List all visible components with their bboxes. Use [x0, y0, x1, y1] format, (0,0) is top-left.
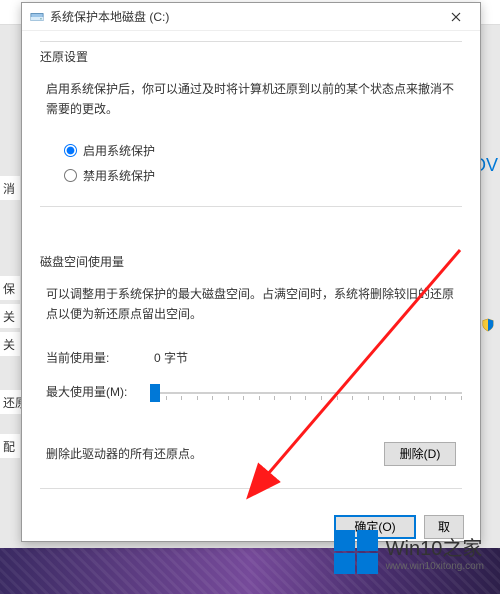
radio-enable-label: 启用系统保护: [83, 142, 155, 159]
bg-text: 配: [0, 434, 20, 458]
restore-settings-title: 还原设置: [40, 42, 462, 71]
bg-text: 关: [0, 304, 20, 328]
delete-restore-points-label: 删除此驱动器的所有还原点。: [46, 445, 202, 462]
radio-disable-protection[interactable]: 禁用系统保护: [64, 167, 462, 184]
delete-button[interactable]: 删除(D): [384, 442, 456, 466]
current-usage-row: 当前使用量: 0 字节: [46, 349, 462, 366]
dialog-button-row: 确定(O) 取: [22, 505, 480, 549]
radio-disable-label: 禁用系统保护: [83, 167, 155, 184]
radio-enable-input[interactable]: [64, 144, 77, 157]
shield-icon: [481, 318, 495, 332]
current-usage-value: 0 字节: [146, 349, 188, 366]
slider-thumb[interactable]: [150, 384, 160, 402]
bg-text: 关: [0, 332, 20, 356]
max-usage-label: 最大使用量(M):: [46, 383, 146, 400]
current-usage-label: 当前使用量:: [46, 349, 146, 366]
max-usage-slider[interactable]: [150, 382, 462, 402]
disk-usage-title: 磁盘空间使用量: [40, 247, 462, 276]
system-protection-dialog: 系统保护本地磁盘 (C:) 还原设置 启用系统保护后，你可以通过及时将计算机还原…: [21, 2, 481, 542]
watermark-url: www.win10xitong.com: [386, 561, 484, 572]
radio-enable-protection[interactable]: 启用系统保护: [64, 142, 462, 159]
cancel-button[interactable]: 取: [424, 515, 464, 539]
ok-button[interactable]: 确定(O): [334, 515, 416, 539]
drive-icon: [30, 10, 44, 24]
radio-disable-input[interactable]: [64, 169, 77, 182]
close-icon: [451, 12, 461, 22]
disk-usage-description: 可以调整用于系统保护的最大磁盘空间。占满空间时，系统将删除较旧的还原点以便为新还…: [40, 276, 462, 339]
wallpaper-strip: [0, 548, 500, 594]
restore-settings-description: 启用系统保护后，你可以通过及时将计算机还原到以前的某个状态点来撤消不需要的更改。: [40, 71, 462, 134]
dialog-title: 系统保护本地磁盘 (C:): [50, 8, 440, 25]
bg-text: 保: [0, 276, 20, 300]
max-usage-row: 最大使用量(M):: [46, 382, 462, 402]
titlebar: 系统保护本地磁盘 (C:): [22, 3, 480, 31]
bg-text: 消: [0, 176, 20, 200]
close-button[interactable]: [440, 7, 472, 27]
disk-usage-group: 磁盘空间使用量 可以调整用于系统保护的最大磁盘空间。占满空间时，系统将删除较旧的…: [40, 247, 462, 489]
restore-settings-group: 还原设置 启用系统保护后，你可以通过及时将计算机还原到以前的某个状态点来撤消不需…: [40, 41, 462, 207]
